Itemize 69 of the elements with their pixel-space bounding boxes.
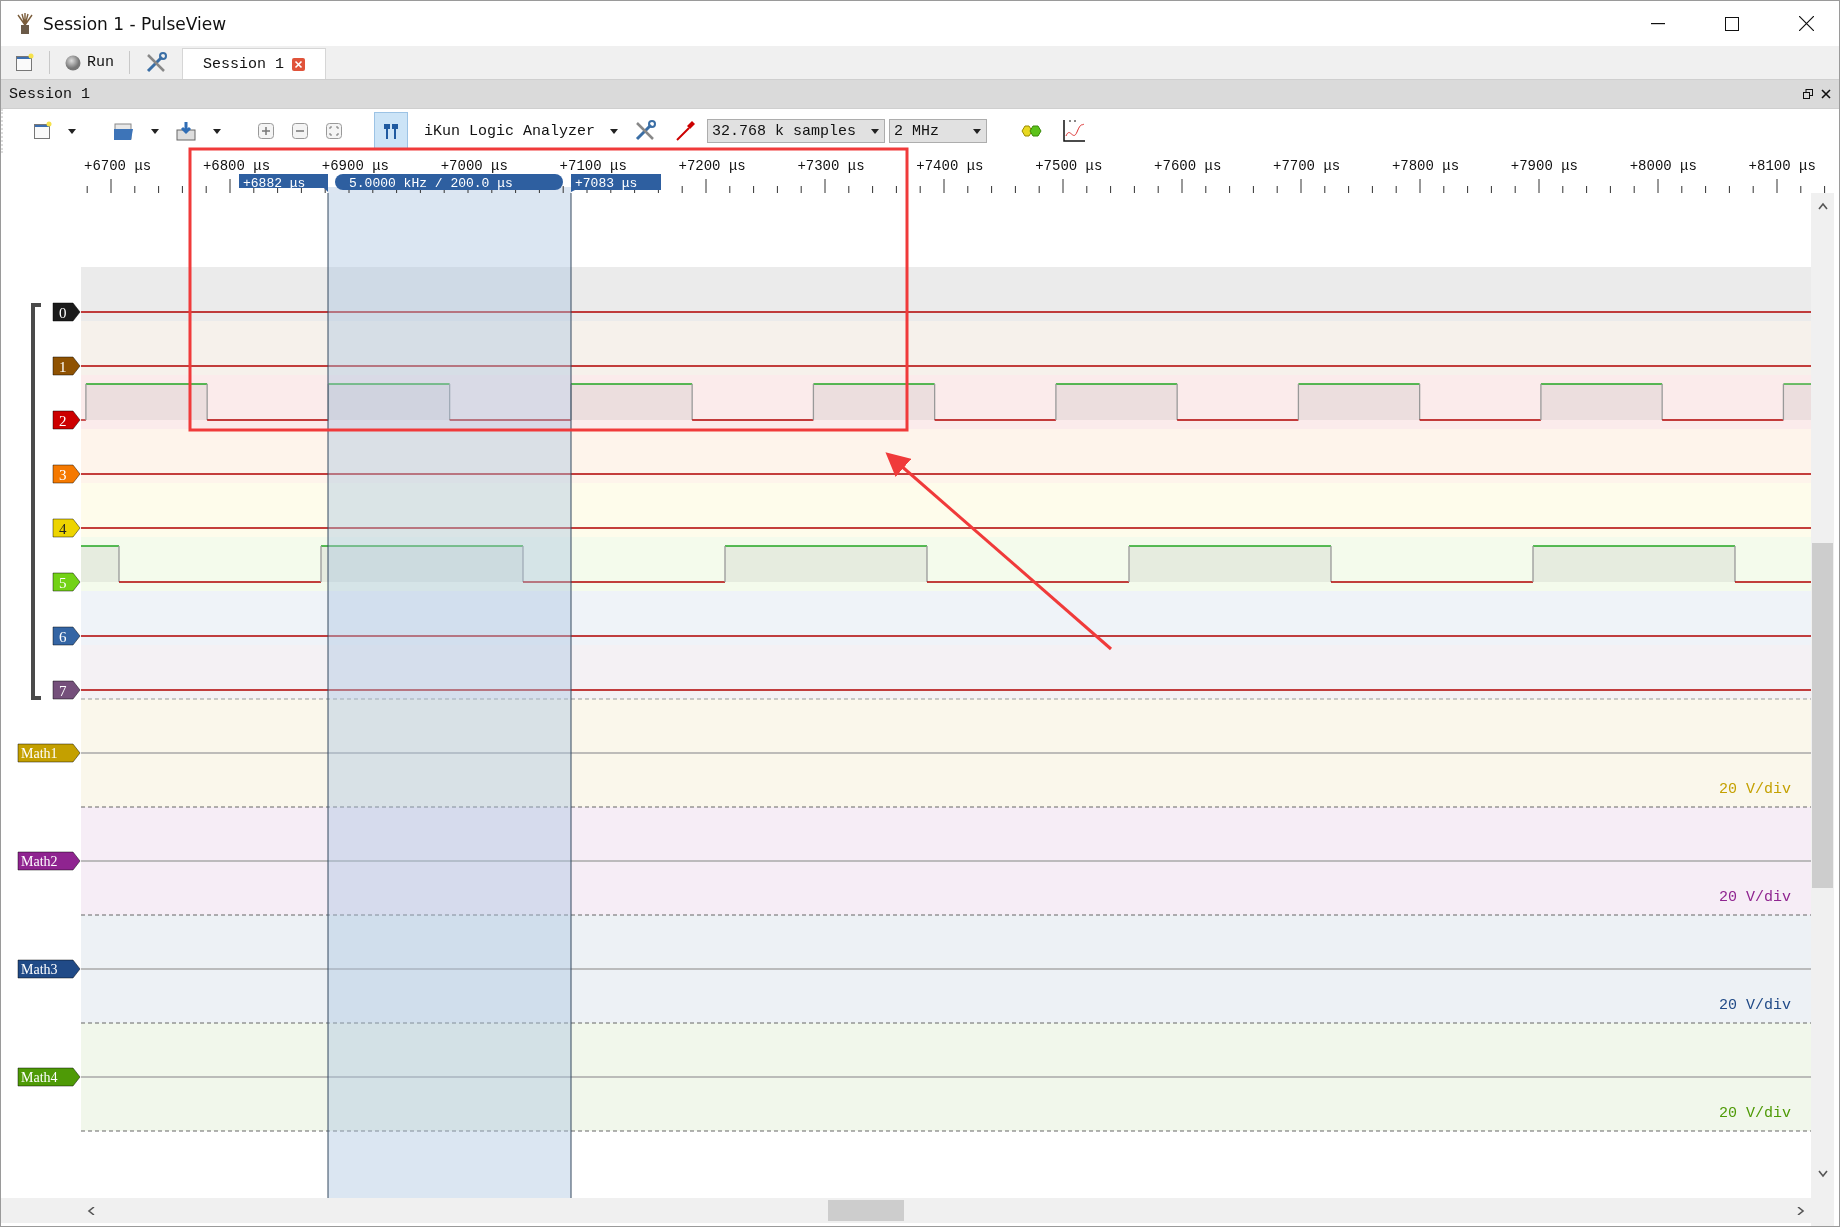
caret-down-icon[interactable] bbox=[67, 127, 77, 135]
float-icon[interactable] bbox=[1803, 89, 1813, 99]
tools-icon bbox=[145, 51, 167, 74]
sample-rate-select[interactable]: 2 MHz bbox=[889, 119, 988, 143]
tools-icon bbox=[634, 120, 657, 142]
plus-icon bbox=[258, 123, 274, 139]
scale-label: 20 V/div bbox=[1719, 997, 1791, 1014]
caret-down-icon[interactable] bbox=[972, 127, 983, 135]
close-icon[interactable] bbox=[1821, 89, 1831, 99]
maximize-icon bbox=[1725, 16, 1739, 31]
device-selector[interactable]: iKun Logic Analyzer bbox=[412, 122, 602, 140]
save-icon bbox=[175, 120, 197, 142]
circle-icon bbox=[65, 54, 81, 71]
ruler-label: +7700 μs bbox=[1273, 158, 1341, 174]
app-icon bbox=[15, 12, 35, 35]
math-label[interactable]: Math3 bbox=[17, 959, 81, 979]
ruler-label: +7000 μs bbox=[440, 158, 508, 174]
sample-count-select[interactable]: 32.768 k samples bbox=[707, 119, 886, 143]
close-icon bbox=[1798, 16, 1814, 31]
ruler-label: +7300 μs bbox=[797, 158, 865, 174]
horizontal-scrollbar[interactable] bbox=[1, 1198, 1811, 1223]
caret-down-icon[interactable] bbox=[150, 127, 160, 135]
scale-label: 20 V/div bbox=[1719, 781, 1791, 798]
cursor-span-flag[interactable]: 5.0000 kHz / 200.0 μs bbox=[335, 174, 563, 191]
run-button[interactable]: Run bbox=[58, 46, 121, 79]
document-icon bbox=[14, 52, 34, 73]
cursor-toggle-button[interactable] bbox=[374, 112, 408, 150]
ruler-label: +7400 μs bbox=[916, 158, 984, 174]
caret-down-icon[interactable] bbox=[212, 127, 222, 135]
fit-icon bbox=[326, 123, 342, 139]
document-icon bbox=[32, 121, 52, 141]
scroll-thumb[interactable] bbox=[1812, 543, 1833, 888]
vertical-scrollbar[interactable] bbox=[1811, 193, 1834, 1226]
ruler-label: +6700 μs bbox=[84, 158, 152, 174]
ruler-label: +8100 μs bbox=[1748, 158, 1816, 174]
ruler-label: +6900 μs bbox=[321, 158, 389, 174]
ruler-label: +7900 μs bbox=[1510, 158, 1578, 174]
channel-label[interactable]: 1 bbox=[52, 356, 81, 376]
trace-view[interactable]: 20 V/div 20 V/div 20 V/div 20 V/div 0 1 2 3 4 5 6 7 Math1 Math2 Math3 Math4 bbox=[1, 193, 1811, 1198]
channel-label[interactable]: 2 bbox=[52, 410, 81, 430]
panel-title: Session 1 bbox=[9, 85, 91, 103]
ruler-label: +8000 μs bbox=[1629, 158, 1697, 174]
decoder-icon bbox=[1019, 124, 1044, 138]
caret-down-icon[interactable] bbox=[609, 127, 620, 135]
caret-down-icon[interactable] bbox=[870, 127, 881, 135]
folder-icon bbox=[113, 121, 135, 141]
channel-label[interactable]: 7 bbox=[52, 680, 81, 700]
cursor-end-flag[interactable]: +7083 μs bbox=[571, 174, 661, 192]
ruler-label: +7600 μs bbox=[1154, 158, 1222, 174]
scroll-thumb[interactable] bbox=[828, 1200, 904, 1221]
ruler-label: +7200 μs bbox=[678, 158, 746, 174]
function-plot-icon bbox=[1061, 118, 1088, 144]
minimize-icon bbox=[1651, 22, 1665, 25]
probe-icon bbox=[674, 120, 697, 142]
channel-label[interactable]: 4 bbox=[52, 518, 81, 538]
channel-label[interactable]: 0 bbox=[52, 302, 81, 322]
math-label[interactable]: Math4 bbox=[17, 1067, 81, 1087]
ruler-label: +7800 μs bbox=[1391, 158, 1460, 174]
window-title: Session 1 - PulseView bbox=[43, 13, 228, 34]
cursor-icon bbox=[381, 121, 401, 141]
channel-label[interactable]: 6 bbox=[52, 626, 81, 646]
minus-icon bbox=[292, 123, 308, 139]
math-label[interactable]: Math2 bbox=[17, 851, 81, 871]
session-tab[interactable]: Session 1 bbox=[182, 48, 326, 79]
ruler-label: +7500 μs bbox=[1035, 158, 1103, 174]
ruler-label: +6800 μs bbox=[202, 158, 271, 174]
scale-label: 20 V/div bbox=[1719, 1105, 1791, 1122]
ruler-label: +7100 μs bbox=[559, 158, 627, 174]
scale-label: 20 V/div bbox=[1719, 889, 1791, 906]
